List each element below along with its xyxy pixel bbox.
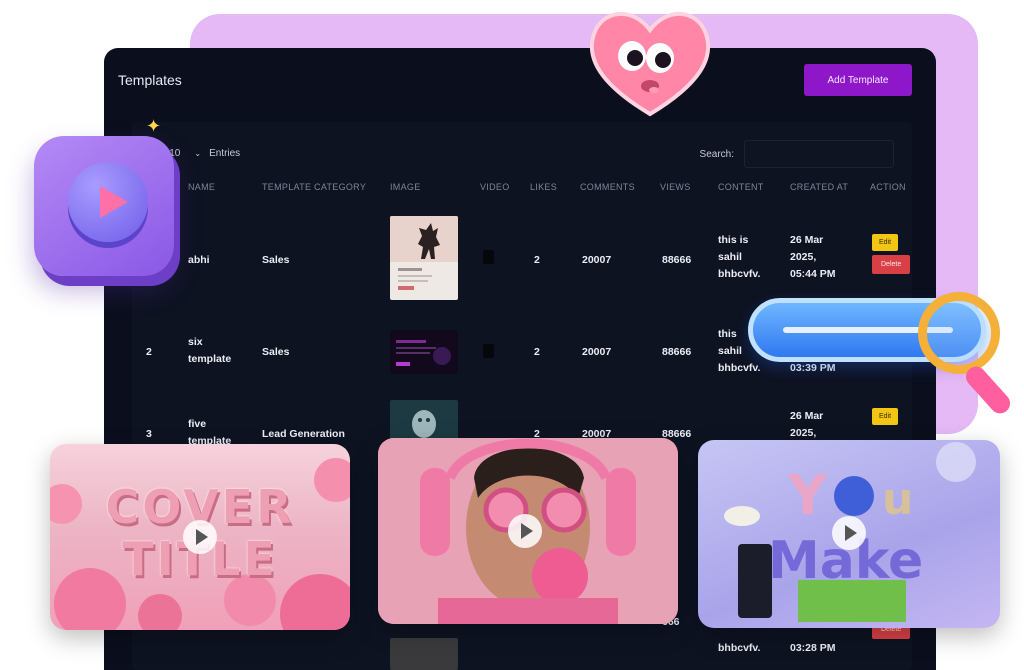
cover-title-video-card[interactable]: COVER TITLE — [50, 444, 350, 630]
col-image[interactable]: IMAGE — [390, 182, 421, 192]
template-image[interactable] — [390, 330, 458, 374]
edit-button[interactable]: Edit — [872, 234, 899, 251]
col-name[interactable]: NAME — [188, 182, 215, 192]
entries-label: Entries — [209, 148, 241, 159]
col-comments[interactable]: COMMENTS — [580, 182, 635, 192]
play-icon[interactable] — [832, 516, 866, 550]
table-row: abhi Sales 2 20007 88666 this is sahil bhb… — [104, 216, 936, 300]
search-input[interactable] — [744, 140, 894, 168]
col-likes[interactable]: LIKES — [530, 182, 557, 192]
sparkle-icon: ✦ — [146, 116, 162, 136]
svg-text:Y: Y — [787, 464, 828, 527]
chevron-down-icon: ⌄ — [194, 149, 202, 158]
add-template-button[interactable]: Add Template — [804, 64, 912, 96]
row-views: 88666 — [662, 346, 692, 358]
template-image[interactable] — [390, 638, 458, 670]
template-image[interactable] — [390, 216, 458, 300]
col-template-category[interactable]: TEMPLATE CATEGORY — [262, 182, 366, 192]
play-icon[interactable] — [508, 514, 542, 548]
row-name: abhi — [188, 254, 210, 266]
row-number: 3 — [146, 428, 152, 440]
col-action: ACTION — [870, 182, 906, 192]
delete-button[interactable]: Delete — [872, 255, 911, 274]
page-title: Templates — [118, 72, 182, 88]
marketing-hero: Templates Add Template w 10 ⌄ Entries Se… — [0, 0, 1024, 670]
row-number: 2 — [146, 346, 152, 358]
row-name: six template — [188, 336, 232, 365]
row-category: Lead Generation — [262, 428, 345, 440]
row-created-at: 26 Mar 2025, — [790, 410, 824, 439]
row-category: Sales — [262, 346, 290, 358]
col-created-at[interactable]: CREATED AT — [790, 182, 848, 192]
col-views[interactable]: VIEWS — [660, 182, 691, 192]
search-label: Search: — [699, 148, 734, 160]
col-video[interactable]: VIDEO — [480, 182, 510, 192]
you-make-video-card[interactable]: Y u Make — [698, 440, 1000, 628]
row-category: Sales — [262, 254, 290, 266]
col-content[interactable]: CONTENT — [718, 182, 764, 192]
row-likes: 2 — [534, 346, 540, 358]
table-header: NAME TEMPLATE CATEGORY IMAGE VIDEO LIKES… — [104, 182, 936, 196]
edit-button[interactable]: Edit — [872, 408, 899, 425]
row-created-at: 26 Mar 2025, 05:44 PM — [790, 234, 836, 280]
row-content: this is sahil bhbcvfv. — [718, 234, 761, 280]
row-views: 88666 — [662, 254, 692, 266]
row-actions: Edit Delete — [872, 234, 911, 274]
heart-emoji-icon — [589, 12, 711, 117]
video-thumbnail[interactable] — [483, 344, 494, 358]
svg-text:u: u — [882, 474, 913, 525]
row-likes: 2 — [534, 254, 540, 266]
search-control: Search: — [700, 140, 894, 168]
portrait-video-card[interactable] — [378, 438, 678, 624]
play-app-icon — [34, 136, 174, 276]
magnifier-icon — [918, 292, 1000, 374]
row-actions: Edit — [872, 408, 899, 425]
row-comments: 20007 — [582, 254, 612, 266]
row-comments: 20007 — [582, 346, 612, 358]
play-icon — [100, 186, 128, 218]
play-icon[interactable] — [183, 520, 217, 554]
video-thumbnail[interactable] — [483, 250, 494, 264]
